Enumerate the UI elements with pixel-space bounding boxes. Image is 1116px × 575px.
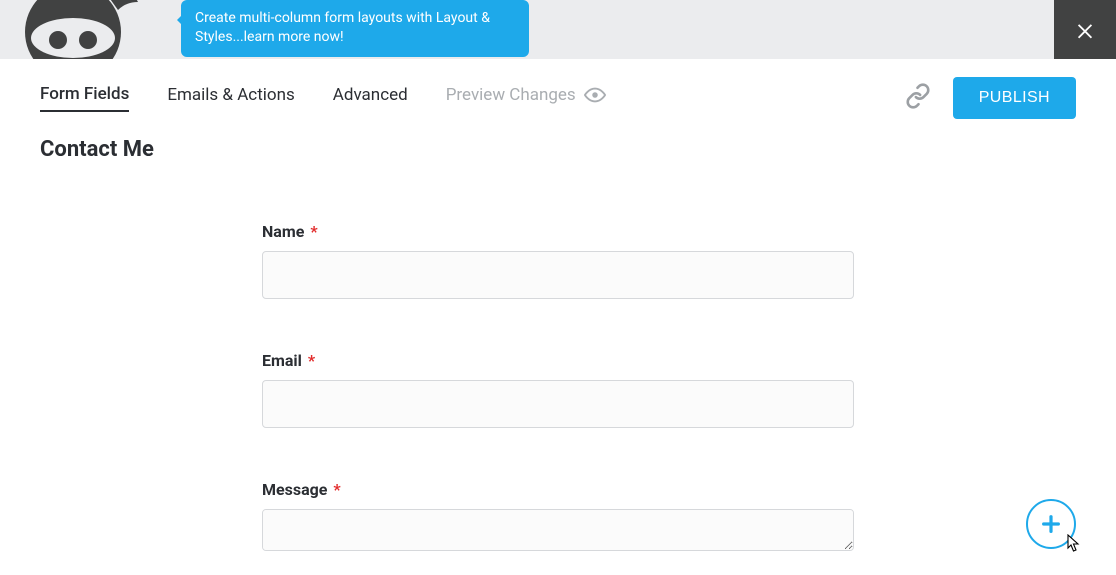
- field-name[interactable]: Name *: [262, 222, 854, 299]
- publish-button[interactable]: PUBLISH: [953, 77, 1076, 119]
- right-actions: PUBLISH: [905, 77, 1076, 119]
- tab-bar: Form Fields Emails & Actions Advanced Pr…: [0, 59, 1116, 137]
- field-email-label: Email *: [262, 351, 854, 370]
- plus-icon: [1040, 513, 1062, 535]
- close-icon: [1074, 19, 1096, 41]
- ninja-logo: [0, 0, 165, 59]
- form-title: Contact Me: [40, 137, 1116, 162]
- field-message-label: Message *: [262, 480, 854, 499]
- field-name-label: Name *: [262, 222, 854, 241]
- add-field-button[interactable]: [1026, 499, 1076, 549]
- required-mark: *: [308, 351, 315, 370]
- email-input[interactable]: [262, 380, 854, 428]
- top-bar: Create multi-column form layouts with La…: [0, 0, 1116, 59]
- field-message[interactable]: Message *: [262, 480, 854, 555]
- eye-icon: [584, 87, 606, 103]
- tab-advanced[interactable]: Advanced: [333, 85, 408, 111]
- form-canvas: Name * Email * Message *: [254, 222, 862, 555]
- name-input[interactable]: [262, 251, 854, 299]
- required-mark: *: [310, 222, 317, 241]
- tab-preview-label: Preview Changes: [446, 85, 576, 105]
- tab-emails-actions[interactable]: Emails & Actions: [167, 85, 294, 111]
- tab-form-fields[interactable]: Form Fields: [40, 84, 129, 112]
- promo-tooltip[interactable]: Create multi-column form layouts with La…: [181, 0, 529, 57]
- link-icon[interactable]: [905, 83, 931, 113]
- message-input[interactable]: [262, 509, 854, 551]
- tab-preview-changes[interactable]: Preview Changes: [446, 85, 606, 111]
- close-button[interactable]: [1054, 0, 1116, 59]
- required-mark: *: [333, 480, 340, 499]
- field-email[interactable]: Email *: [262, 351, 854, 428]
